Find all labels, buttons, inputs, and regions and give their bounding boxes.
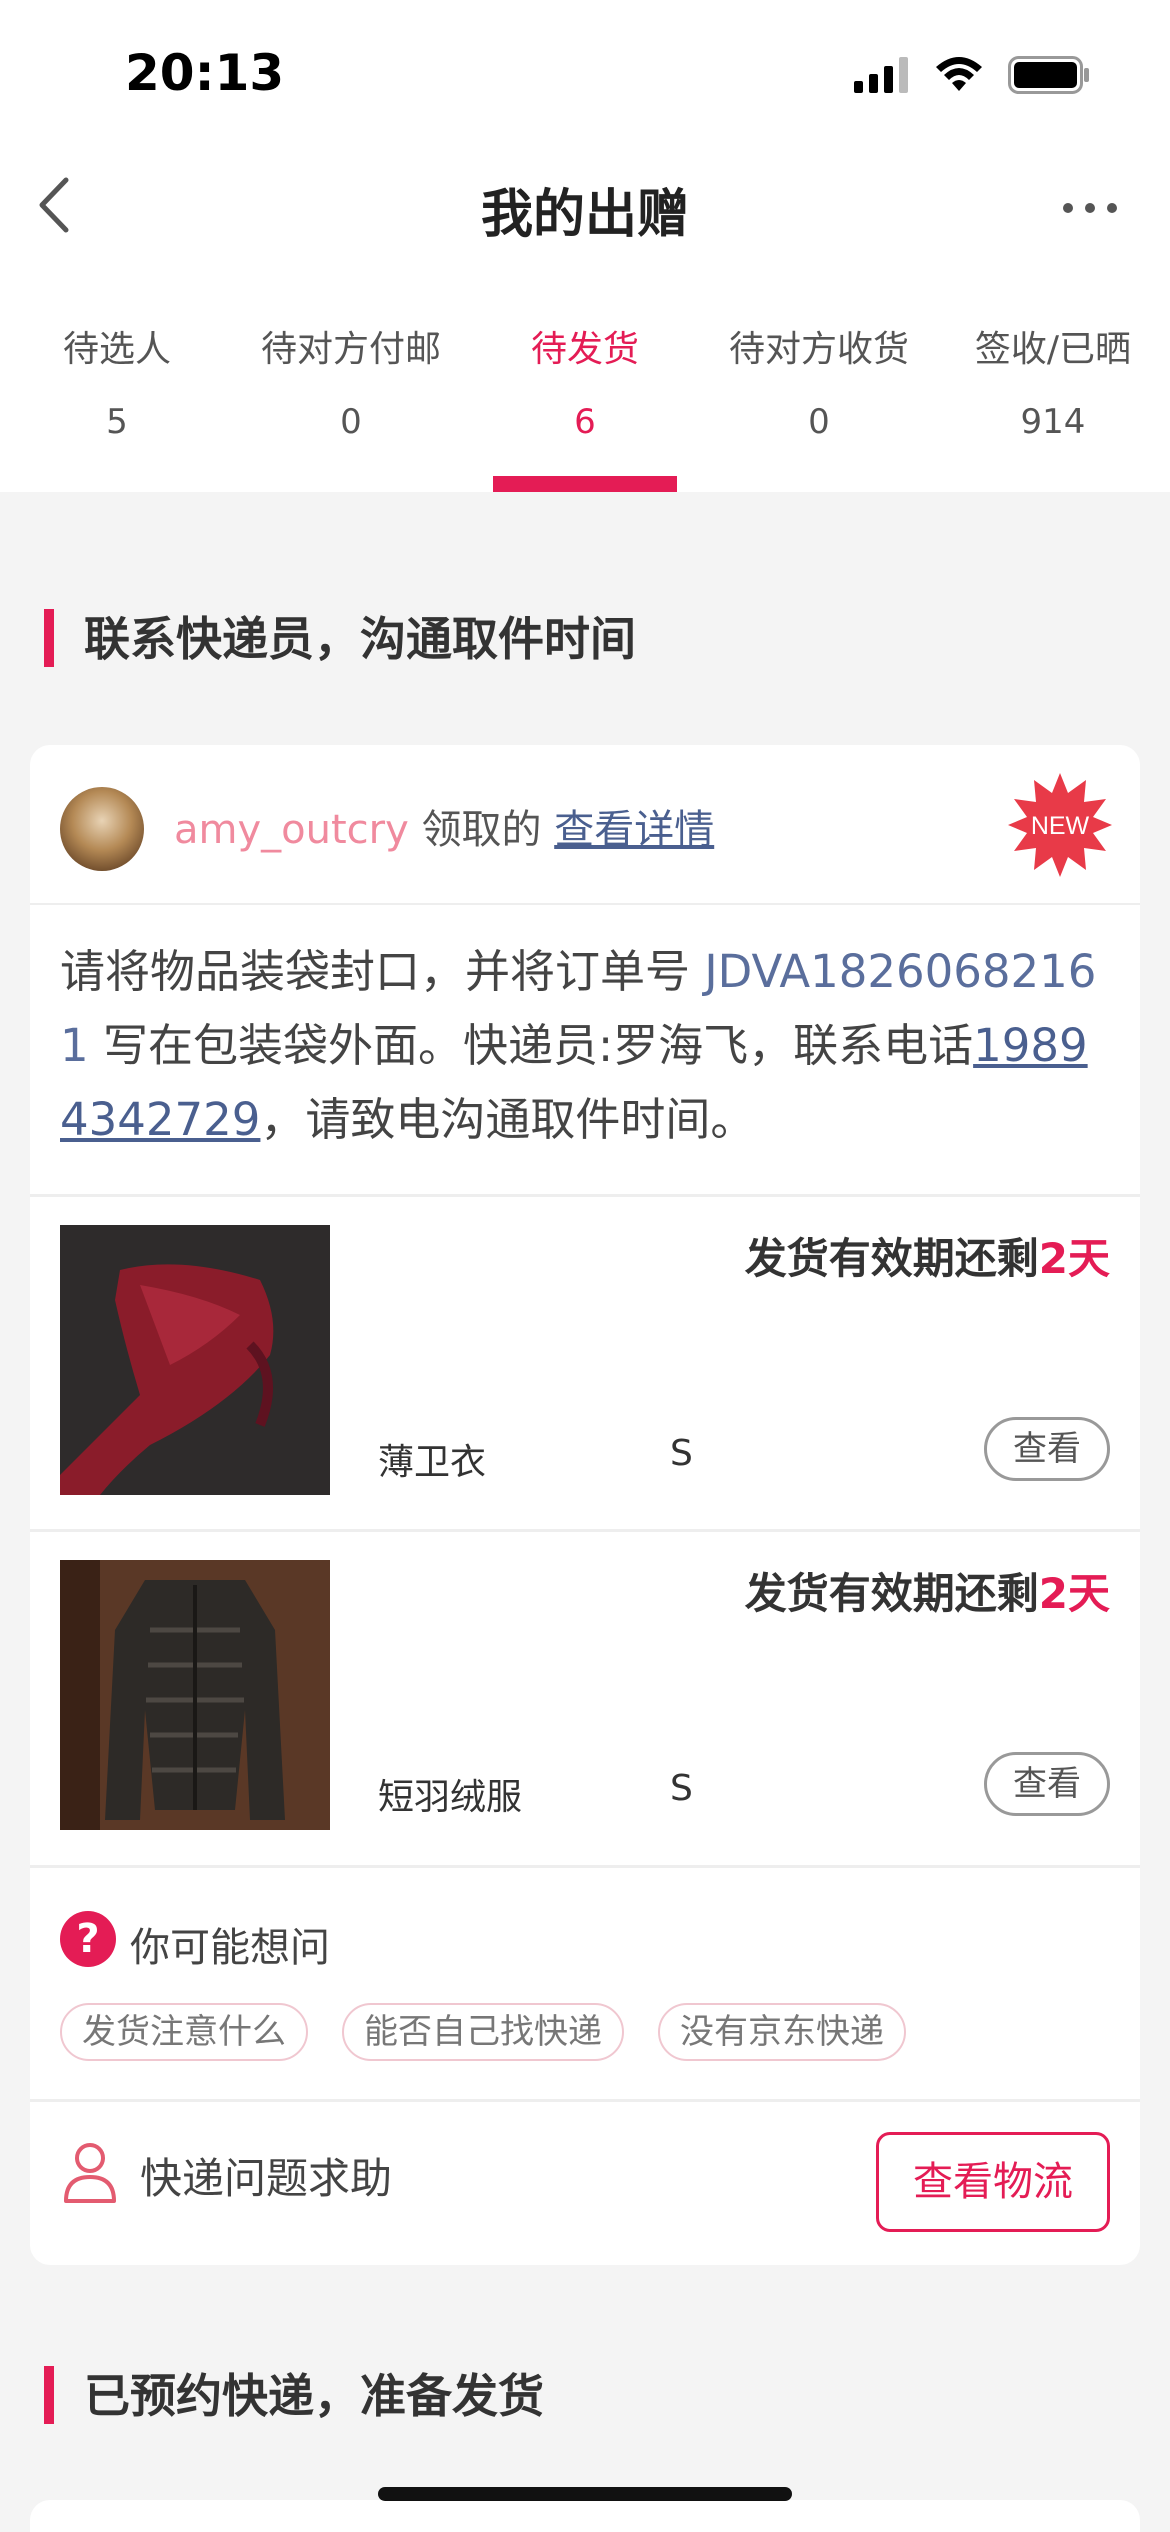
home-indicator [378,2487,792,2501]
item-photo-sweatshirt[interactable] [60,1225,330,1495]
tab-1[interactable]: 待对方付邮 0 [234,320,468,492]
tab-0[interactable]: 待选人 5 [0,320,234,492]
signal-icon [854,57,908,93]
tab-label: 待对方收货 [728,329,909,370]
tab-count: 5 [106,402,128,442]
page-title: 我的出赠 [480,185,689,245]
section-title-contact-courier: 联系快递员，沟通取件时间 [44,603,636,669]
item-name: 薄卫衣 [378,1442,487,1483]
faq-chip[interactable]: 发货注意什么 [60,2003,308,2061]
active-tab-indicator [493,476,677,492]
shipping-deadline: 发货有效期还剩2天 [745,1225,1110,1286]
item-photo-down-jacket[interactable] [60,1560,330,1830]
tab-4[interactable]: 签收/已晒 914 [936,320,1170,492]
tab-label: 待选人 [62,329,171,370]
card-header: amy_outcry 领取的 查看详情 NEW [30,745,1140,905]
divider [30,2099,1140,2102]
person-icon [64,2143,116,2203]
tab-label: 待对方付邮 [260,329,441,370]
deadline-prefix: 发货有效期还剩 [744,1234,1039,1283]
header-area: 20:13 我的出赠 待选人 5 待对方付邮 0 待发货 6 待对方收货 0 签收/已晒 914 [0,0,1170,492]
new-badge: NEW [1008,773,1112,877]
view-item-button[interactable]: 查看 [984,1417,1110,1481]
faq-chips: 发货注意什么 能否自己找快递 没有京东快递 [60,2003,906,2061]
tab-count: 914 [1020,402,1086,442]
wifi-icon [936,57,982,91]
view-details-link[interactable]: 查看详情 [554,807,714,853]
list-item: 发货有效期还剩2天 薄卫衣 S 查看 [30,1197,1140,1527]
item-size: S [670,1768,693,1809]
status-icons [854,56,1090,94]
next-order-card [30,2500,1140,2532]
deadline-value: 2天 [1038,1569,1110,1618]
notice-text-3: ，请致电沟通取件时间。 [260,1093,756,1146]
tab-2[interactable]: 待发货 6 [468,320,702,492]
new-badge-label: NEW [1031,812,1090,840]
item-size: S [670,1433,693,1474]
view-logistics-button[interactable]: 查看物流 [876,2132,1110,2232]
status-tabs: 待选人 5 待对方付邮 0 待发货 6 待对方收货 0 签收/已晒 914 [0,320,1170,492]
courier-help-link[interactable]: 快递问题求助 [140,2145,392,2206]
tab-label: 签收/已晒 [974,329,1132,370]
list-item: 发货有效期还剩2天 短羽绒服 S 查看 [30,1532,1140,1862]
faq-title: 你可能想问 [130,1925,330,1971]
claimed-text: 领取的 [408,807,555,853]
shipping-notice: 请将物品装袋封口，并将订单号 JDVA18260682161 写在包装袋外面。快… [60,935,1110,1157]
more-options-icon[interactable] [1050,178,1130,238]
tab-count: 0 [340,402,362,442]
tab-3[interactable]: 待对方收货 0 [702,320,936,492]
claim-info: amy_outcry 领取的 查看详情 [174,797,714,855]
tab-count: 6 [574,402,596,442]
notice-text-2: 写在包装袋外面。快递员:罗海飞，联系电话 [88,1019,974,1072]
item-name: 短羽绒服 [378,1777,523,1818]
section-title-booked-courier: 已预约快递，准备发货 [44,2360,544,2426]
tab-label: 待发货 [530,329,639,370]
view-item-button[interactable]: 查看 [984,1752,1110,1816]
divider [30,1865,1140,1868]
deadline-prefix: 发货有效期还剩 [744,1569,1039,1618]
tab-count: 0 [808,402,830,442]
shipping-deadline: 发货有效期还剩2天 [745,1560,1110,1621]
status-time: 20:13 [125,44,285,102]
faq-chip[interactable]: 能否自己找快递 [342,2003,624,2061]
deadline-value: 2天 [1038,1234,1110,1283]
avatar[interactable] [60,787,144,871]
faq-chip[interactable]: 没有京东快递 [658,2003,906,2061]
order-card: amy_outcry 领取的 查看详情 NEW 请将物品装袋封口，并将订单号 J… [30,745,1140,2265]
username[interactable]: amy_outcry [174,807,409,853]
battery-icon [1008,56,1089,94]
question-icon: ? [60,1911,116,1967]
notice-text-1: 请将物品装袋封口，并将订单号 [60,945,705,998]
